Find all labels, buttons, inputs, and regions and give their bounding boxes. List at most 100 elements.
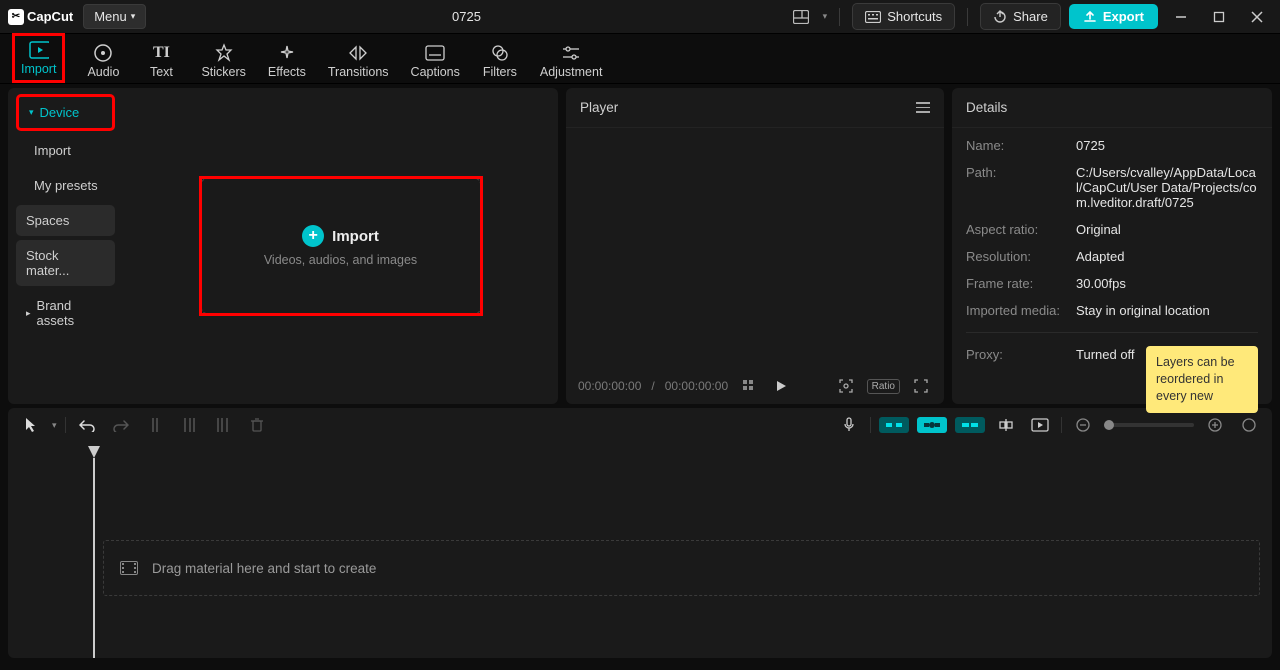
player-title: Player (580, 100, 618, 115)
tab-stickers[interactable]: Stickers (199, 39, 247, 83)
tab-text[interactable]: TI Text (141, 39, 181, 83)
redo-icon[interactable] (108, 414, 134, 436)
tab-transitions[interactable]: Transitions (326, 39, 391, 83)
cursor-tool-dropdown[interactable]: ▾ (52, 420, 57, 431)
sidebar-label: Brand assets (37, 298, 105, 328)
player-time-sep: / (651, 379, 654, 393)
effects-icon (277, 43, 297, 63)
mic-icon[interactable] (836, 414, 862, 436)
split-icon[interactable] (142, 414, 168, 436)
window-close[interactable] (1242, 3, 1272, 31)
detail-row-path: Path:C:/Users/cvalley/AppData/Local/CapC… (966, 165, 1258, 210)
tab-label: Text (150, 65, 173, 79)
tab-audio[interactable]: Audio (83, 39, 123, 83)
detail-label: Aspect ratio: (966, 222, 1066, 237)
tab-adjustment[interactable]: Adjustment (538, 39, 605, 83)
detail-row-name: Name:0725 (966, 138, 1258, 153)
tab-label: Adjustment (540, 65, 603, 79)
tab-label: Transitions (328, 65, 389, 79)
zoom-fit-icon[interactable] (1236, 414, 1262, 436)
media-drop-area: + Import Videos, audios, and images (123, 88, 558, 404)
menu-button[interactable]: Menu ▾ (83, 4, 146, 29)
slider-knob[interactable] (1104, 420, 1114, 430)
tab-filters[interactable]: Filters (480, 39, 520, 83)
timeline-drop-hint[interactable]: Drag material here and start to create (103, 540, 1260, 596)
cursor-tool-icon[interactable] (18, 414, 44, 436)
player-grid-icon[interactable] (738, 375, 760, 397)
detail-label: Imported media: (966, 303, 1066, 318)
menu-label: Menu (94, 9, 127, 24)
text-icon: TI (151, 43, 171, 63)
fullscreen-icon[interactable] (910, 375, 932, 397)
panel-menu-icon[interactable] (916, 102, 930, 113)
sidebar-item-spaces[interactable]: Spaces (16, 205, 115, 236)
play-icon[interactable] (770, 375, 792, 397)
sidebar-label: Import (34, 143, 71, 158)
import-dropzone[interactable]: + Import Videos, audios, and images (201, 178, 481, 314)
titlebar: ✂ CapCut Menu ▾ 0725 ▾ Shortcuts Share E… (0, 0, 1280, 34)
split-left-icon[interactable] (176, 414, 202, 436)
sidebar-item-brand-assets[interactable]: Brand assets (16, 290, 115, 336)
detail-val: Stay in original location (1076, 303, 1210, 318)
share-button[interactable]: Share (980, 3, 1061, 30)
zoom-in-icon[interactable] (1202, 414, 1228, 436)
split-right-icon[interactable] (210, 414, 236, 436)
sidebar-label: Device (40, 105, 80, 120)
player-controls: 00:00:00:00 / 00:00:00:00 Ratio (566, 368, 944, 404)
align-icon[interactable] (993, 414, 1019, 436)
detail-row-aspect: Aspect ratio: Original (966, 222, 1258, 237)
layout-icon[interactable] (787, 3, 815, 31)
timeline-toolbar: ▾ (8, 408, 1272, 442)
detail-val: Adapted (1076, 249, 1124, 264)
detail-label: Frame rate: (966, 276, 1066, 291)
detail-row-framerate: Frame rate:30.00fps (966, 276, 1258, 291)
detail-val: Original (1076, 222, 1121, 237)
details-header: Details (952, 88, 1272, 128)
detail-row-resolution: Resolution:Adapted (966, 249, 1258, 264)
magnet-mode-2[interactable] (917, 417, 947, 433)
details-title: Details (966, 100, 1007, 115)
divider (870, 417, 871, 433)
shortcuts-button[interactable]: Shortcuts (852, 3, 955, 30)
detail-row-imported: Imported media: Stay in original location (966, 303, 1258, 318)
stickers-icon (214, 43, 234, 63)
window-maximize[interactable] (1204, 3, 1234, 31)
sidebar-item-my-presets[interactable]: My presets (16, 170, 115, 201)
tab-effects[interactable]: Effects (266, 39, 308, 83)
app-name: CapCut (27, 9, 73, 24)
timeline[interactable]: Drag material here and start to create (8, 442, 1272, 658)
ratio-badge[interactable]: Ratio (867, 379, 900, 394)
app-logo: ✂ CapCut (8, 9, 73, 25)
sidebar-item-stock[interactable]: Stock mater... (16, 240, 115, 286)
export-button[interactable]: Export (1069, 4, 1158, 29)
chevron-down-icon[interactable]: ▾ (823, 11, 828, 22)
transitions-icon (348, 43, 368, 63)
tab-label: Stickers (201, 65, 245, 79)
tab-import[interactable]: Import (12, 33, 65, 83)
tab-label: Audio (87, 65, 119, 79)
detail-label: Name: (966, 138, 1066, 153)
sidebar-item-device[interactable]: Device (16, 94, 115, 131)
captions-icon (425, 43, 445, 63)
playhead[interactable] (88, 446, 100, 658)
player-viewport[interactable] (566, 128, 944, 368)
sidebar-label: Stock mater... (26, 248, 105, 278)
delete-icon[interactable] (244, 414, 270, 436)
playhead-marker-icon (88, 446, 100, 458)
chevron-down-icon: ▾ (131, 11, 136, 22)
preview-icon[interactable] (1027, 414, 1053, 436)
export-icon (1083, 10, 1097, 24)
adjustment-icon (561, 43, 581, 63)
magnet-mode-1[interactable] (879, 417, 909, 433)
zoom-slider[interactable] (1104, 423, 1194, 427)
details-divider (966, 332, 1258, 333)
reframe-icon[interactable] (835, 375, 857, 397)
sidebar-item-import[interactable]: Import (16, 135, 115, 166)
tab-captions[interactable]: Captions (409, 39, 462, 83)
film-icon (120, 561, 138, 575)
window-minimize[interactable] (1166, 3, 1196, 31)
zoom-out-icon[interactable] (1070, 414, 1096, 436)
undo-icon[interactable] (74, 414, 100, 436)
magnet-mode-3[interactable] (955, 417, 985, 433)
tab-label: Import (21, 62, 56, 76)
